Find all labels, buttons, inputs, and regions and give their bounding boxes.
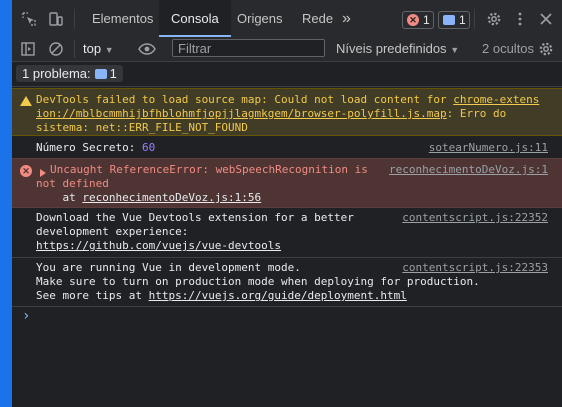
issues-bar: 1 problema: 1	[12, 61, 562, 87]
settings-icon[interactable]	[538, 41, 554, 57]
console-log: Número Secreto: 60 sotearNumero.js:11	[12, 136, 562, 159]
source-map-link[interactable]: chrome-extens	[453, 93, 539, 106]
message-icon	[443, 15, 455, 25]
close-icon[interactable]	[538, 11, 554, 27]
tab-origens[interactable]: Origens	[237, 0, 283, 37]
vue-devtools-link[interactable]: https://github.com/vuejs/vue-devtools	[36, 239, 281, 253]
device-toggle-icon[interactable]	[48, 11, 64, 27]
console-warning: DevTools failed to load source map: Coul…	[12, 88, 562, 136]
clear-icon[interactable]	[48, 41, 64, 57]
tab-consola[interactable]: Consola	[159, 0, 231, 37]
settings-icon[interactable]	[486, 11, 502, 27]
tab-rede[interactable]: Rede	[302, 0, 333, 37]
chevron-down-icon: ▼	[450, 45, 460, 55]
tab-elementos[interactable]: Elementos	[92, 0, 153, 37]
source-link[interactable]: sotearNumero.js:11	[429, 141, 548, 155]
console-log: Download the Vue Devtools extension for …	[12, 207, 562, 258]
divider	[74, 9, 75, 29]
console-error: ✕ Uncaught ReferenceError: webSpeechReco…	[12, 158, 562, 208]
expand-toggle-icon[interactable]	[40, 169, 46, 177]
error-icon: ✕	[20, 165, 32, 177]
sidebar-icon[interactable]	[20, 41, 36, 57]
warning-icon	[20, 96, 32, 106]
source-link[interactable]: reconhecimentoDeVoz.js:1	[389, 163, 548, 177]
console-prompt[interactable]: ›	[22, 308, 30, 324]
more-tabs-button[interactable]: »	[342, 0, 351, 37]
message-icon	[94, 69, 107, 79]
devtools-panel: Elementos Consola Origens Rede » ✕ 1 1 t…	[12, 0, 562, 407]
deployment-guide-link[interactable]: https://vuejs.org/guide/deployment.html	[149, 289, 407, 302]
info-count-badge[interactable]: 1	[438, 11, 470, 29]
log-levels-dropdown[interactable]: Níveis predefinidos ▼	[336, 41, 459, 56]
hidden-count: 2 ocultos	[482, 41, 535, 56]
source-link[interactable]: contentscript.js:22352	[402, 211, 548, 225]
eye-icon[interactable]	[138, 41, 156, 57]
console-toolbar: top ▼ Níveis predefinidos ▼ 2 ocultos	[12, 37, 562, 62]
source-link[interactable]: contentscript.js:22353	[402, 261, 548, 275]
devtools-tabbar: Elementos Consola Origens Rede » ✕ 1 1	[12, 0, 562, 38]
kebab-icon[interactable]	[512, 11, 528, 27]
log-value: 60	[141, 141, 156, 154]
page-edge	[0, 0, 12, 407]
inspect-icon[interactable]	[21, 11, 37, 27]
issues-button[interactable]: 1 problema: 1	[16, 65, 123, 82]
divider	[74, 40, 75, 58]
stack-frame-link[interactable]: reconhecimentoDeVoz.js:1:56	[82, 191, 261, 204]
divider	[474, 9, 475, 29]
context-selector[interactable]: top ▼	[83, 41, 114, 56]
error-count-badge[interactable]: ✕ 1	[402, 11, 434, 29]
filter-input[interactable]	[172, 39, 325, 57]
error-icon: ✕	[407, 14, 419, 26]
chevron-down-icon: ▼	[104, 45, 114, 55]
console-log: You are running Vue in development mode.…	[12, 258, 562, 307]
source-map-link[interactable]: ion://mblbcmmhijbfhblohmfjopjjlagmkgem/b…	[36, 107, 447, 120]
